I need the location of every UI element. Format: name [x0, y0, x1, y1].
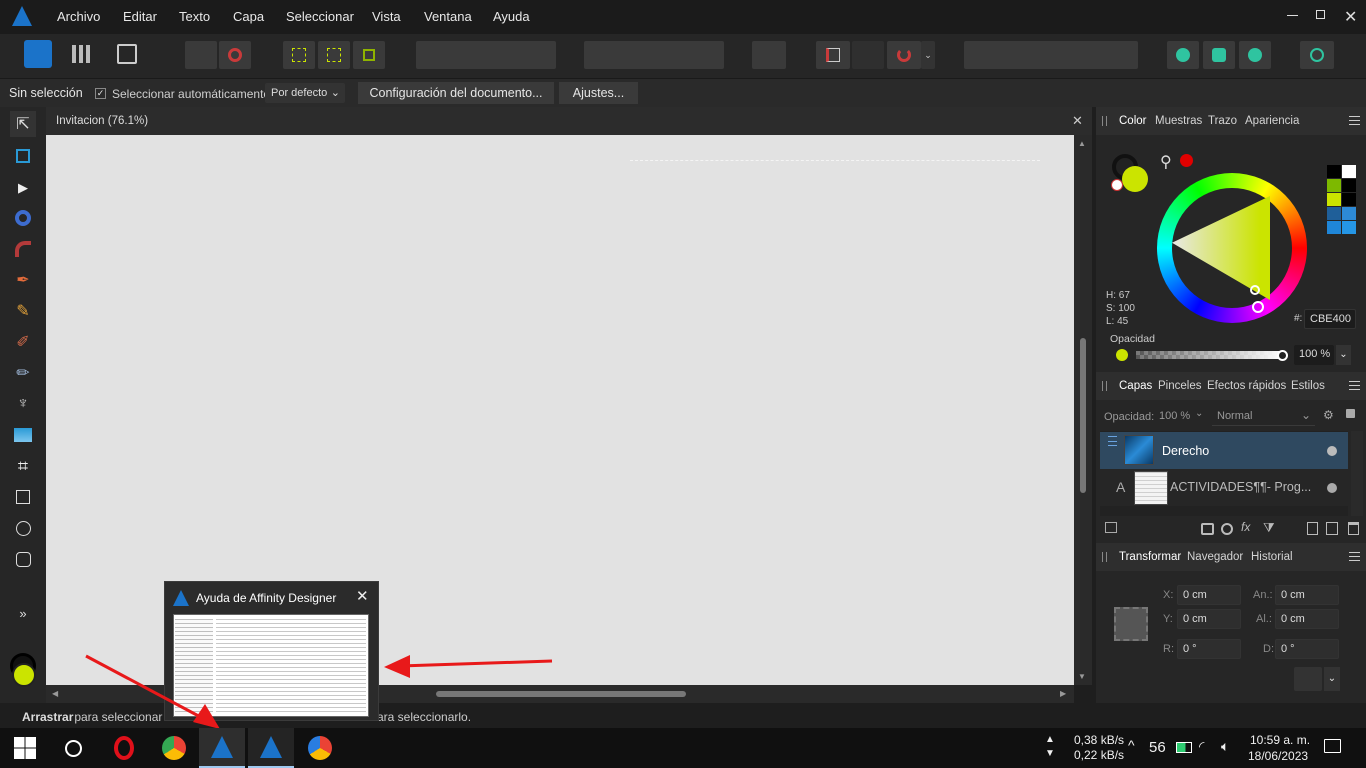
clock-time[interactable]: 10:59 a. m. [1250, 733, 1310, 747]
windows-icon [14, 737, 36, 759]
upload-speed: 0,38 kB/s [1074, 733, 1125, 747]
affinity-designer-app[interactable] [248, 728, 294, 768]
clock-date[interactable]: 18/06/2023 [1248, 749, 1308, 763]
annotation-arrows [85, 654, 553, 729]
affinity-help-app[interactable] [199, 728, 245, 768]
right-arrow [384, 655, 553, 678]
battery-icon[interactable] [1176, 742, 1192, 753]
search-button[interactable] [50, 728, 96, 768]
search-icon [64, 739, 82, 757]
opera-icon [114, 736, 134, 760]
browser-app[interactable] [297, 728, 343, 768]
chrome-icon [162, 736, 186, 760]
start-button[interactable] [2, 728, 48, 768]
chrome-app[interactable] [151, 728, 197, 768]
browser-icon [308, 736, 332, 760]
show-hidden-icons-button[interactable]: ^ [1128, 737, 1135, 753]
opera-app[interactable] [101, 728, 147, 768]
download-speed: 0,22 kB/s [1074, 748, 1125, 762]
tray-count[interactable]: 56 [1149, 739, 1166, 756]
network-arrows-icon: ▲ ▼ [1045, 734, 1055, 759]
down-arrow [85, 654, 220, 729]
notifications-icon[interactable] [1324, 739, 1341, 753]
volume-icon[interactable]: 🔈︎ [1221, 738, 1229, 755]
affinity-designer-icon [211, 736, 233, 758]
affinity-designer-icon [260, 736, 282, 758]
wifi-icon[interactable]: ◜ [1199, 738, 1204, 755]
